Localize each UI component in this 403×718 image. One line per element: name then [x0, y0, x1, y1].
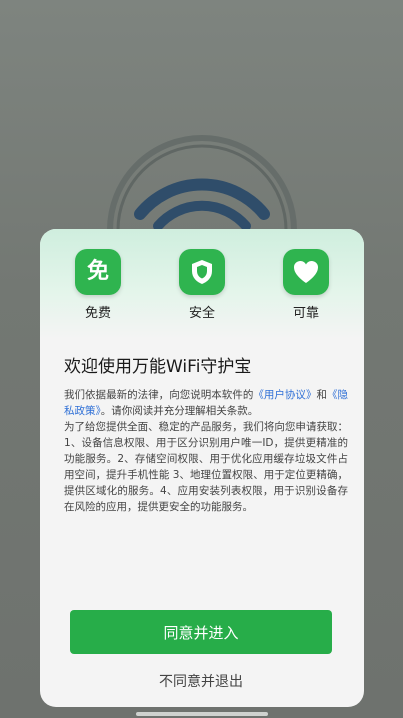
feature-reliable-label: 可靠: [292, 306, 319, 321]
agree-button[interactable]: 同意并进入: [70, 610, 332, 654]
intro-post: 。请你阅读并充分理解相关条款。: [100, 405, 259, 417]
heart-icon: [283, 249, 329, 295]
dialog-title: 欢迎使用万能WiFi守护宝: [64, 357, 252, 377]
intro-text: 我们依据最新的法律，向您说明本软件的: [64, 389, 254, 401]
intro-and: 和: [316, 389, 328, 401]
free-icon: 免: [75, 249, 121, 295]
user-agreement-link[interactable]: 《用户协议》: [253, 389, 316, 401]
feature-safe: 安全: [172, 249, 232, 321]
feature-free: 免 免费: [68, 249, 128, 321]
permissions-text: 为了给您提供全面、稳定的产品服务，我们将向您申请获取：1、设备信息权限、用于区分…: [64, 421, 348, 513]
home-indicator: [136, 712, 268, 716]
shield-icon: [179, 249, 225, 295]
feature-free-label: 免费: [84, 306, 111, 321]
feature-reliable: 可靠: [276, 249, 336, 321]
dialog-body: 我们依据最新的法律，向您说明本软件的《用户协议》和《隐私政策》。请你阅读并充分理…: [64, 387, 348, 515]
feature-safe-label: 安全: [188, 306, 215, 321]
privacy-dialog: 免 免费 安全 可靠 欢迎使用万能WiFi守护宝 我们依据最新的法律，向您说明本…: [40, 229, 364, 707]
decline-button[interactable]: 不同意并退出: [70, 669, 332, 695]
